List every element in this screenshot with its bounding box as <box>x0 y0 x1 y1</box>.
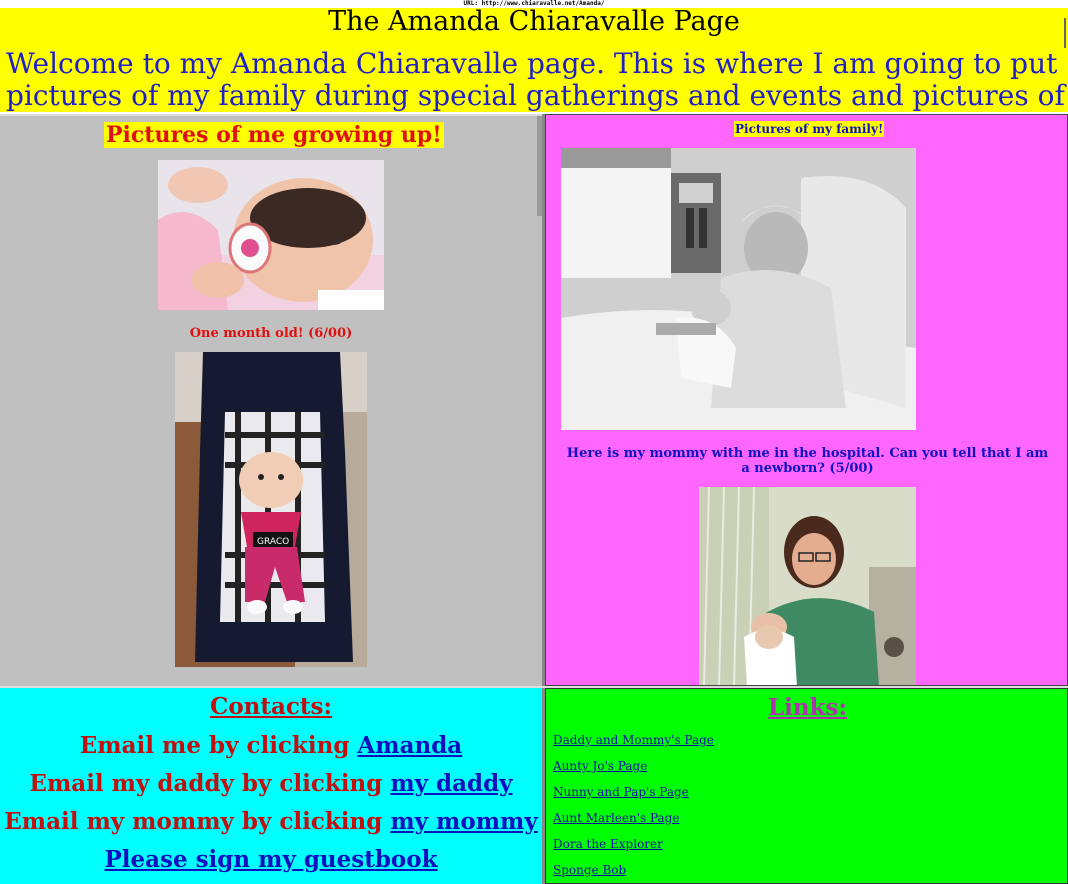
welcome-text: Welcome to my Amanda Chiaravalle page. T… <box>0 36 1068 112</box>
link-nunny-pap-page[interactable]: Nunny and Pap's Page <box>553 785 689 799</box>
hospital-photo[interactable] <box>561 148 916 430</box>
growing-up-caption-1: One month old! (6/00) <box>189 326 353 341</box>
contacts-title: Contacts: <box>210 693 332 720</box>
svg-text:GRACO: GRACO <box>257 537 289 547</box>
page-title: The Amanda Chiaravalle Page <box>328 6 740 37</box>
link-sponge-bob[interactable]: Sponge Bob <box>553 863 626 877</box>
contact-amanda: Email me by clicking Amanda <box>0 732 542 759</box>
email-daddy-link[interactable]: my daddy <box>390 770 512 797</box>
header-scrollbar[interactable] <box>1064 18 1066 48</box>
header-banner: The Amanda Chiaravalle Page Welcome to m… <box>0 8 1068 112</box>
contact-daddy: Email my daddy by clicking my daddy <box>0 770 542 797</box>
grandma-baby-photo[interactable] <box>699 487 916 686</box>
baby-pacifier-photo[interactable] <box>158 160 384 310</box>
family-title: Pictures of my family! <box>734 121 885 137</box>
contacts-frame: Contacts: Email me by clicking Amanda Em… <box>0 688 542 884</box>
email-mommy-link[interactable]: my mommy <box>390 808 537 835</box>
contact-daddy-label: Email my daddy by clicking <box>29 770 391 797</box>
link-aunty-jo-page[interactable]: Aunty Jo's Page <box>553 759 647 773</box>
contact-mommy-label: Email my mommy by clicking <box>4 808 391 835</box>
growing-up-title: Pictures of me growing up! <box>104 122 444 148</box>
family-caption-1: Here is my mommy with me in the hospital… <box>566 446 1049 476</box>
links-title: Links: <box>767 694 847 721</box>
link-daddy-mommy-page[interactable]: Daddy and Mommy's Page <box>553 733 714 747</box>
contact-amanda-label: Email me by clicking <box>79 732 358 759</box>
email-amanda-link[interactable]: Amanda <box>357 732 462 759</box>
growing-up-frame: Pictures of me growing up! One month old… <box>0 114 542 686</box>
welcome-line-2: pictures of my family during special gat… <box>6 79 1068 112</box>
link-dora-explorer[interactable]: Dora the Explorer <box>553 837 663 851</box>
welcome-line-1: Welcome to my Amanda Chiaravalle page. T… <box>6 47 1058 80</box>
baby-stroller-photo[interactable]: GRACO <box>175 352 367 667</box>
links-frame: Links: Daddy and Mommy's Page Aunty Jo's… <box>545 688 1068 884</box>
link-aunt-marleen-page[interactable]: Aunt Marleen's Page <box>553 811 679 825</box>
contact-mommy: Email my mommy by clicking my mommy <box>0 808 542 835</box>
guestbook-row: Please sign my guestbook <box>0 846 542 873</box>
guestbook-link[interactable]: Please sign my guestbook <box>104 846 437 873</box>
family-frame: Pictures of my family! Here is my mommy … <box>545 114 1068 686</box>
